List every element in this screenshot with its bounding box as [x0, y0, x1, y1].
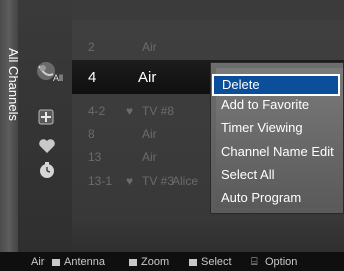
list-top-band [72, 0, 344, 20]
channel-name: Air [142, 40, 157, 54]
menu-item-auto-program[interactable]: Auto Program [221, 187, 344, 209]
select-hint[interactable]: Select [189, 256, 232, 268]
channel-name: TV #8 [142, 104, 175, 118]
zoom-hint[interactable]: Zoom [129, 256, 169, 268]
menu-item-select-all[interactable]: Select All [221, 164, 344, 186]
heart-icon[interactable] [38, 137, 56, 155]
channel-number: 13-1 [88, 174, 113, 188]
add-channel-icon[interactable] [36, 107, 56, 127]
list-fade [72, 218, 344, 252]
favorite-heart-icon: ♥ [126, 174, 134, 188]
tv-channel-list-screen: All Channels All 2 Air 4 Air 4-2 ♥ TV #8… [0, 0, 344, 271]
channel-number: 4 [88, 69, 97, 86]
channel-name: Air [142, 150, 157, 164]
channel-number: 8 [88, 127, 95, 141]
channel-name: TV #3 [142, 174, 175, 188]
menu-item-delete[interactable]: Delete [212, 74, 340, 96]
menu-item-timer-viewing[interactable]: Timer Viewing [221, 117, 344, 139]
channel-row[interactable]: 2 Air [72, 36, 344, 58]
option-hint-label: Option [265, 256, 298, 268]
channel-name: Air [138, 69, 157, 86]
antenna-hint-label: Antenna [64, 256, 105, 268]
channel-number: 4-2 [88, 104, 106, 118]
select-hint-label: Select [201, 256, 232, 268]
channel-number: 2 [88, 40, 95, 54]
option-hint[interactable]: ⌸ Option [251, 256, 297, 269]
favorite-heart-icon: ♥ [126, 104, 134, 118]
zoom-button-icon [129, 258, 137, 266]
antenna-hint[interactable]: Antenna [52, 256, 105, 268]
timer-icon[interactable] [37, 160, 57, 180]
antenna-button-icon [52, 258, 60, 266]
zoom-hint-label: Zoom [141, 256, 170, 268]
channel-number: 13 [88, 150, 102, 164]
channel-program: Alice [172, 174, 199, 188]
source-label: Air [31, 256, 45, 268]
menu-item-channel-name-edit[interactable]: Channel Name Edit [221, 141, 344, 163]
select-button-icon [189, 258, 197, 266]
option-button-icon: ⌸ [251, 256, 258, 268]
all-channels-label: All [53, 73, 64, 83]
channel-name: Air [142, 127, 157, 141]
bottom-help-bar: Air Antenna Zoom Select ⌸ Option [0, 252, 344, 271]
menu-item-add-to-favorite[interactable]: Add to Favorite [221, 94, 344, 116]
